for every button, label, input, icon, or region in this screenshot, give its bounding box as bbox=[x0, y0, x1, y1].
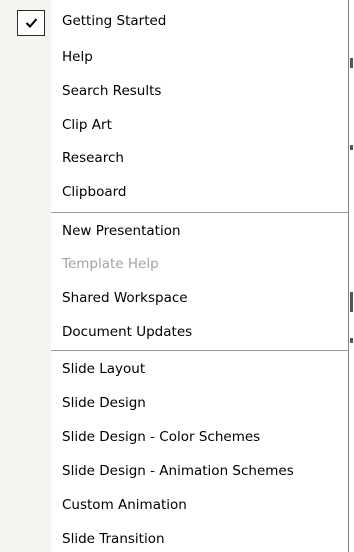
menu-item-label: Shared Workspace bbox=[62, 290, 188, 306]
menu-item-research[interactable]: Research bbox=[0, 142, 348, 175]
background-mark bbox=[350, 292, 353, 312]
menu-item-new-presentation[interactable]: New Presentation bbox=[0, 215, 348, 248]
checkmark-icon bbox=[25, 18, 38, 28]
menu-item-label: Clip Art bbox=[62, 117, 112, 133]
menu-item-clipboard[interactable]: Clipboard bbox=[0, 176, 348, 209]
menu-item-label: Slide Transition bbox=[62, 531, 165, 547]
menu-item-label: Slide Design - Animation Schemes bbox=[62, 463, 294, 479]
background-mark bbox=[350, 58, 353, 68]
menu-item-label: Slide Layout bbox=[62, 361, 146, 377]
menu-item-getting-started[interactable]: Getting Started bbox=[0, 5, 348, 38]
checked-indicator bbox=[17, 10, 45, 36]
menu-item-label: Document Updates bbox=[62, 324, 193, 340]
menu-item-template-help: Template Help bbox=[0, 248, 348, 281]
menu-item-search-results[interactable]: Search Results bbox=[0, 75, 348, 108]
menu-separator bbox=[51, 212, 348, 213]
task-pane-menu: Getting Started Help Search Results Clip… bbox=[0, 0, 349, 552]
menu-item-label: Clipboard bbox=[62, 184, 127, 200]
menu-item-label: Slide Design - Color Schemes bbox=[62, 429, 261, 445]
background-mark bbox=[350, 338, 353, 343]
menu-item-slide-design-animation-schemes[interactable]: Slide Design - Animation Schemes bbox=[0, 455, 348, 488]
menu-item-label: Slide Design bbox=[62, 395, 146, 411]
background-mark bbox=[350, 145, 353, 150]
menu-item-label: Template Help bbox=[62, 256, 159, 272]
menu-item-label: Search Results bbox=[62, 83, 162, 99]
menu-separator bbox=[51, 350, 348, 351]
menu-item-custom-animation[interactable]: Custom Animation bbox=[0, 489, 348, 522]
menu-item-label: Getting Started bbox=[62, 13, 167, 29]
menu-item-help[interactable]: Help bbox=[0, 41, 348, 74]
menu-item-document-updates[interactable]: Document Updates bbox=[0, 316, 348, 349]
menu-item-shared-workspace[interactable]: Shared Workspace bbox=[0, 282, 348, 315]
menu-item-label: New Presentation bbox=[62, 223, 181, 239]
menu-item-label: Research bbox=[62, 150, 124, 166]
menu-item-slide-design[interactable]: Slide Design bbox=[0, 387, 348, 420]
menu-item-clip-art[interactable]: Clip Art bbox=[0, 109, 348, 142]
menu-item-slide-transition[interactable]: Slide Transition bbox=[0, 523, 348, 552]
menu-item-slide-layout[interactable]: Slide Layout bbox=[0, 353, 348, 386]
menu-item-slide-design-color-schemes[interactable]: Slide Design - Color Schemes bbox=[0, 421, 348, 454]
menu-item-label: Custom Animation bbox=[62, 497, 187, 513]
menu-item-label: Help bbox=[62, 49, 93, 65]
